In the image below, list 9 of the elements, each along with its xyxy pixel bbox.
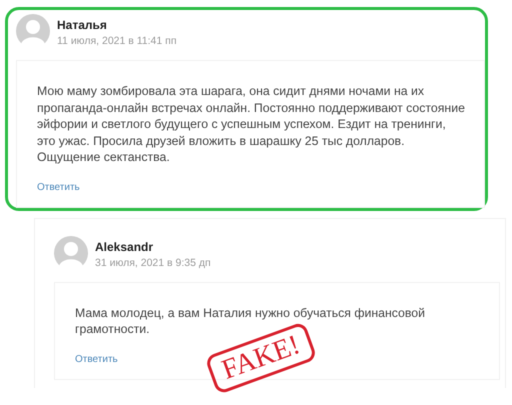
comment-date: 31 июля, 2021 в 9:35 дп (95, 256, 211, 268)
comment-text: Мою маму зомбировала эта шарага, она сидит днями ночами на их пропаганда-онлайн встречах онлайн. Постоянно поддерживают состояние эйфории и светлого будущего с успешным успехом. Ездит на тренинги, это ужас. Просила друзей вложить в шарашку 25 тыс долларов. Ощущение сектанства. (37, 83, 466, 166)
comment-date: 11 июля, 2021 в 11:41 пп (57, 35, 177, 47)
author-name: Наталья (57, 18, 108, 32)
reply-link[interactable]: Ответить (75, 354, 118, 364)
avatar-icon (16, 14, 50, 48)
avatar-icon (54, 236, 88, 270)
reply-link[interactable]: Ответить (37, 182, 80, 192)
author-name: Aleksandr (95, 240, 154, 254)
